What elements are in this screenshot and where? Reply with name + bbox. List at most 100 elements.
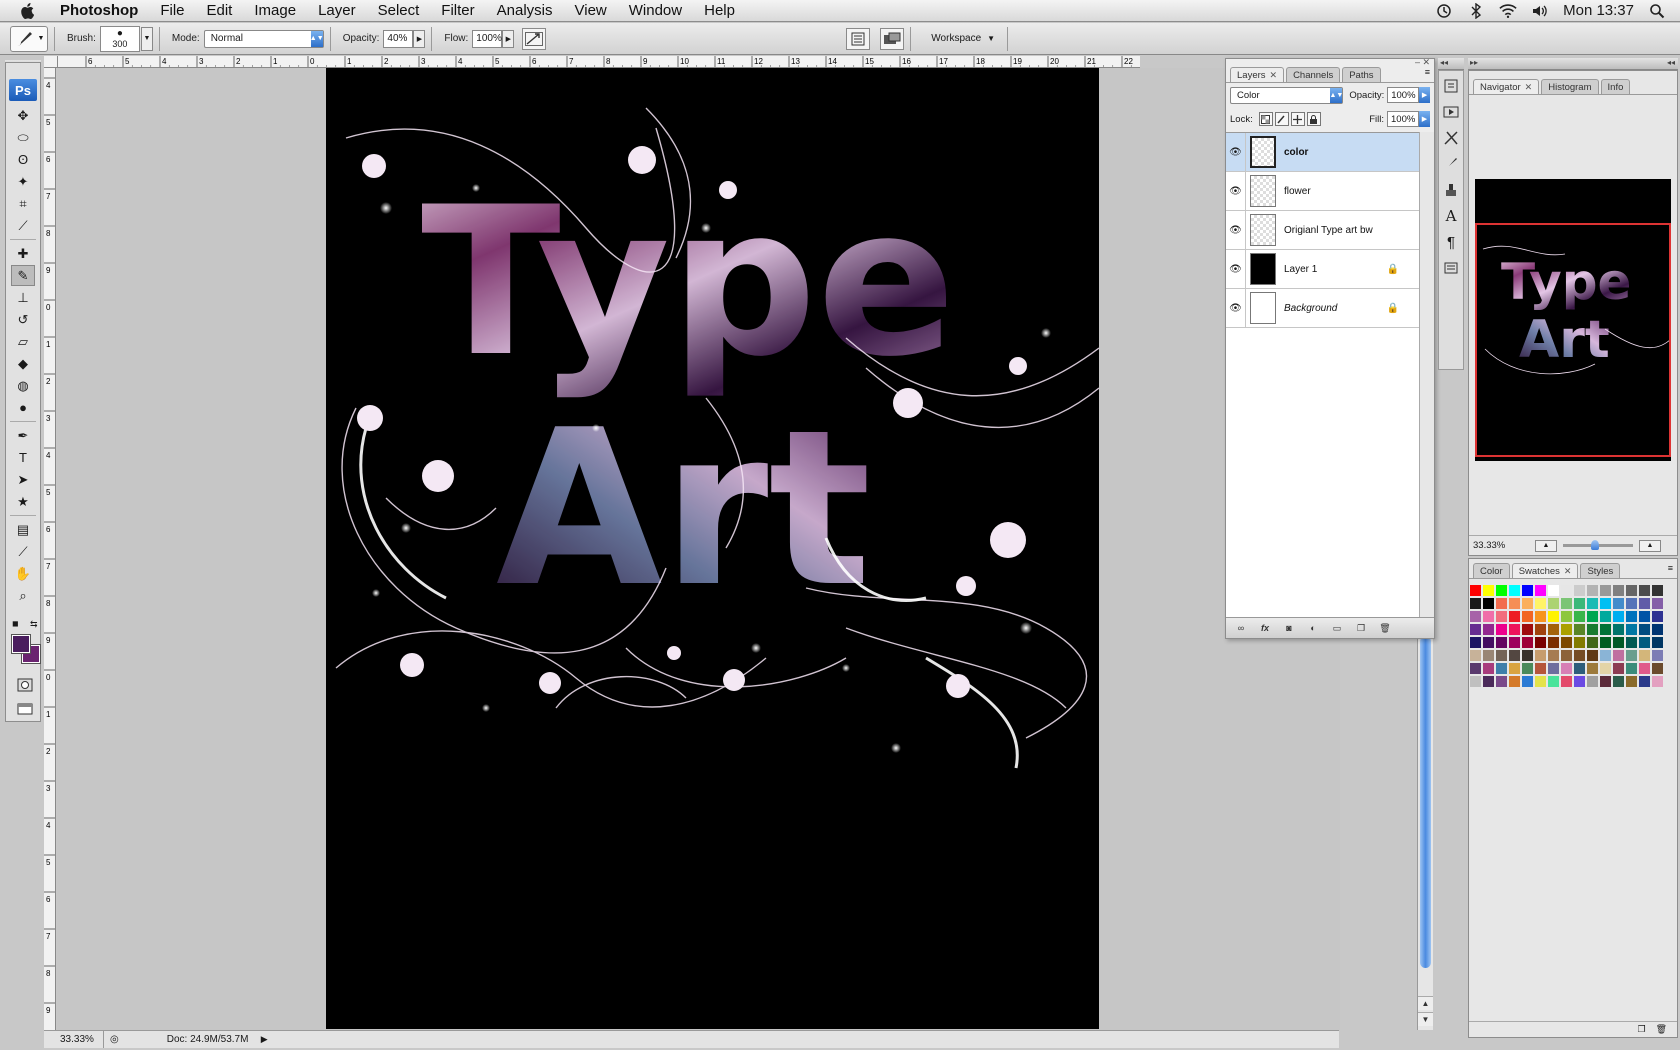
color-swatch[interactable] bbox=[1535, 611, 1546, 622]
color-swatch[interactable] bbox=[1587, 598, 1598, 609]
color-swatch[interactable] bbox=[1626, 650, 1637, 661]
color-swatch[interactable] bbox=[1522, 650, 1533, 661]
scroll-up-arrow-icon[interactable]: ▲ bbox=[1418, 996, 1433, 1010]
menu-layer[interactable]: Layer bbox=[307, 0, 367, 22]
color-swatch[interactable] bbox=[1522, 637, 1533, 648]
color-swatch[interactable] bbox=[1548, 637, 1559, 648]
color-swatch[interactable] bbox=[1600, 585, 1611, 596]
color-swatch[interactable] bbox=[1483, 650, 1494, 661]
color-swatch[interactable] bbox=[1574, 611, 1585, 622]
color-swatch[interactable] bbox=[1535, 585, 1546, 596]
layer-name[interactable]: color bbox=[1284, 147, 1419, 158]
color-swatch[interactable] bbox=[1483, 624, 1494, 635]
paint-bucket-tool-icon[interactable]: ◆ bbox=[11, 353, 35, 374]
color-swatch[interactable] bbox=[1574, 650, 1585, 661]
panel-menu-icon[interactable]: ≡ bbox=[1668, 563, 1673, 578]
color-swatch[interactable] bbox=[1613, 637, 1624, 648]
info-icon[interactable]: ◎ bbox=[110, 1034, 119, 1045]
color-swatch[interactable] bbox=[1548, 585, 1559, 596]
zoom-out-icon[interactable]: ▲ bbox=[1535, 539, 1557, 552]
character-icon[interactable]: A bbox=[1440, 205, 1462, 227]
color-swatch[interactable] bbox=[1587, 585, 1598, 596]
menubar-clock[interactable]: Mon 13:37 bbox=[1563, 2, 1634, 19]
apple-menu-icon[interactable] bbox=[16, 0, 38, 22]
color-swatch[interactable] bbox=[1561, 598, 1572, 609]
color-swatch[interactable] bbox=[1496, 663, 1507, 674]
pen-tool-icon[interactable]: ✒ bbox=[11, 425, 35, 446]
history-icon[interactable] bbox=[1440, 75, 1462, 97]
layer-row-original-type-art[interactable]: 👁 Origianl Type art bw bbox=[1226, 211, 1419, 250]
color-swatch[interactable] bbox=[1509, 585, 1520, 596]
menu-filter[interactable]: Filter bbox=[430, 0, 485, 22]
color-swatch[interactable] bbox=[1639, 624, 1650, 635]
color-swatch[interactable] bbox=[1509, 650, 1520, 661]
color-swatch[interactable] bbox=[1496, 650, 1507, 661]
color-swatch[interactable] bbox=[1652, 624, 1663, 635]
color-swatch[interactable] bbox=[1600, 637, 1611, 648]
color-swatch[interactable] bbox=[1522, 598, 1533, 609]
color-swatch[interactable] bbox=[1613, 624, 1624, 635]
tab-paths[interactable]: Paths bbox=[1342, 67, 1381, 82]
airbrush-button[interactable] bbox=[522, 27, 547, 50]
color-swatch[interactable] bbox=[1652, 676, 1663, 687]
color-swatch[interactable] bbox=[1561, 663, 1572, 674]
menu-edit[interactable]: Edit bbox=[196, 0, 244, 22]
eraser-tool-icon[interactable]: ▱ bbox=[11, 331, 35, 352]
fill-input[interactable]: 100% bbox=[1387, 111, 1419, 127]
color-swatch[interactable] bbox=[1587, 676, 1598, 687]
color-swatch[interactable] bbox=[1535, 650, 1546, 661]
color-swatch[interactable] bbox=[1574, 663, 1585, 674]
color-swatch[interactable] bbox=[1574, 598, 1585, 609]
color-swatch[interactable] bbox=[1626, 663, 1637, 674]
mode-select[interactable]: Normal ▲▼ bbox=[203, 29, 324, 48]
zoom-level-field[interactable]: 33.33% bbox=[44, 1031, 104, 1048]
tab-navigator[interactable]: Navigator ✕ bbox=[1473, 79, 1540, 95]
color-swatch[interactable] bbox=[1639, 676, 1650, 687]
color-swatch[interactable] bbox=[1470, 637, 1481, 648]
panel-menu-icon[interactable]: ≡ bbox=[1425, 67, 1430, 82]
color-swatch[interactable] bbox=[1652, 663, 1663, 674]
flow-slider-button[interactable]: ▶ bbox=[502, 29, 515, 48]
shape-tool-icon[interactable]: ★ bbox=[11, 491, 35, 512]
fill-slider-button[interactable]: ▶ bbox=[1419, 111, 1430, 127]
color-swatch[interactable] bbox=[1496, 585, 1507, 596]
color-swatch[interactable] bbox=[1535, 624, 1546, 635]
color-swatch[interactable] bbox=[1574, 585, 1585, 596]
lock-transparency-icon[interactable] bbox=[1258, 112, 1273, 126]
flow-input[interactable]: 100% bbox=[472, 29, 503, 48]
color-swatch[interactable] bbox=[1639, 585, 1650, 596]
color-swatch[interactable] bbox=[1613, 598, 1624, 609]
zoom-tool-icon[interactable]: ⌕ bbox=[11, 585, 35, 606]
color-swatch[interactable] bbox=[1470, 650, 1481, 661]
clone-source-icon[interactable] bbox=[1440, 179, 1462, 201]
zoom-slider-knob[interactable] bbox=[1591, 540, 1599, 550]
color-swatch[interactable] bbox=[1626, 585, 1637, 596]
color-swatch[interactable] bbox=[1600, 611, 1611, 622]
color-swatch[interactable] bbox=[1535, 663, 1546, 674]
navigator-zoom-value[interactable]: 33.33% bbox=[1473, 540, 1529, 551]
foreground-color-swatch[interactable] bbox=[11, 634, 31, 654]
color-swatch[interactable] bbox=[1613, 663, 1624, 674]
color-swatch[interactable] bbox=[1496, 637, 1507, 648]
type-tool-icon[interactable]: T bbox=[11, 447, 35, 468]
color-swatch[interactable] bbox=[1535, 598, 1546, 609]
layer-opacity-slider-button[interactable]: ▶ bbox=[1419, 87, 1431, 103]
color-swatch[interactable] bbox=[1535, 637, 1546, 648]
trash-icon[interactable]: 🗑 bbox=[1376, 621, 1394, 635]
layer-row-layer-1[interactable]: 👁 Layer 1 🔒 bbox=[1226, 250, 1419, 289]
color-swatch[interactable] bbox=[1652, 598, 1663, 609]
tool-presets-icon[interactable] bbox=[1440, 127, 1462, 149]
color-swatch[interactable] bbox=[1652, 650, 1663, 661]
color-swatch[interactable] bbox=[1639, 598, 1650, 609]
color-swatch[interactable] bbox=[1548, 650, 1559, 661]
close-icon[interactable]: ✕ bbox=[1525, 80, 1533, 95]
wifi-icon[interactable] bbox=[1499, 2, 1517, 20]
color-swatch[interactable] bbox=[1483, 676, 1494, 687]
crop-tool-icon[interactable]: ⌗ bbox=[11, 193, 35, 214]
layer-row-color[interactable]: 👁 color bbox=[1226, 133, 1419, 172]
menu-help[interactable]: Help bbox=[693, 0, 746, 22]
brushes-palette-button[interactable] bbox=[846, 27, 871, 50]
opacity-input[interactable]: 40% bbox=[383, 29, 414, 48]
color-swatch[interactable] bbox=[1522, 663, 1533, 674]
color-swatch[interactable] bbox=[1496, 598, 1507, 609]
